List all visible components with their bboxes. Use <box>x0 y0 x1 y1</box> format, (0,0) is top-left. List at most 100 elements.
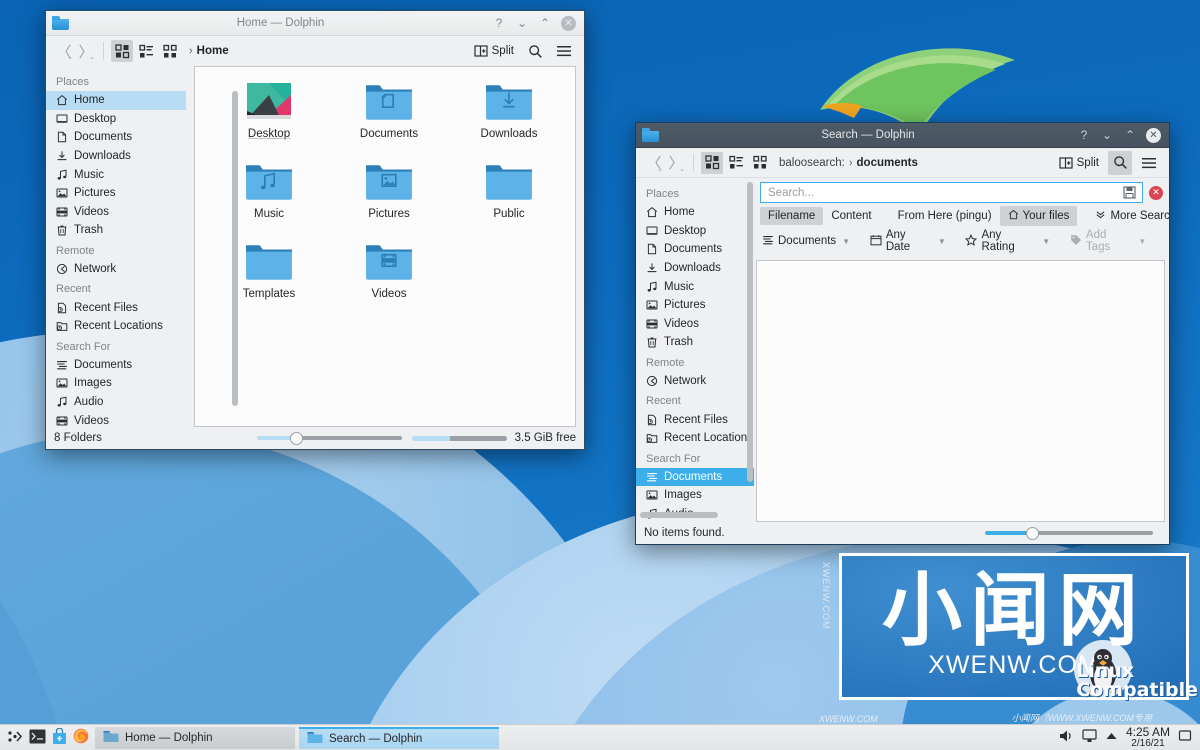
sidebar-item-downloads[interactable]: Downloads <box>636 259 754 278</box>
split-button[interactable]: Split <box>470 42 518 60</box>
sidebar-item-pictures[interactable]: Pictures <box>636 296 754 315</box>
details-view-icon[interactable] <box>159 40 181 62</box>
folder-item[interactable]: Downloads <box>449 81 569 161</box>
back-arrow-icon[interactable]: 〈 ⌄ <box>644 152 664 174</box>
sidebar-hscrollbar[interactable] <box>640 512 718 518</box>
filter-from-here-pingu[interactable]: From Here (pingu) <box>890 207 1000 225</box>
sidebar-item-home[interactable]: Home <box>46 91 186 110</box>
sidebar-item-trash[interactable]: Trash <box>636 333 754 352</box>
minimize-button[interactable]: ⌄ <box>515 16 529 30</box>
facet-add-tags[interactable]: Add Tags ▼ <box>1070 229 1146 253</box>
close-search-icon[interactable]: ✕ <box>1149 185 1163 200</box>
sidebar-item-recent-locations[interactable]: Recent Locations <box>636 429 754 448</box>
facet-documents[interactable]: Documents ▼ <box>762 234 850 249</box>
sidebar-item-music[interactable]: Music <box>636 277 754 296</box>
chevron-down-icon[interactable]: ▼ <box>842 237 850 246</box>
sidebar-item-recent-files[interactable]: Recent Files <box>636 410 754 429</box>
sidebar-item-recent-locations[interactable]: Recent Locations <box>46 317 186 336</box>
volume-icon[interactable] <box>1058 729 1074 746</box>
sidebar-item-documents[interactable]: Documents <box>636 240 754 259</box>
sidebar-item-pictures[interactable]: Pictures <box>46 184 186 203</box>
sidebar-item-audio[interactable]: Audio <box>46 393 186 412</box>
application-launcher-icon[interactable] <box>6 728 23 748</box>
chevron-down-icon[interactable]: ▼ <box>1042 237 1050 246</box>
help-button[interactable]: ? <box>1077 128 1091 142</box>
folder-item[interactable]: Templates <box>209 241 329 321</box>
close-button[interactable]: ✕ <box>561 15 576 31</box>
sidebar-item-home[interactable]: Home <box>636 203 754 222</box>
breadcrumb[interactable]: › Home <box>189 45 229 57</box>
sidebar-item-images[interactable]: Images <box>46 374 186 393</box>
sidebar-item-documents[interactable]: Documents <box>636 467 754 487</box>
filter-more-search[interactable]: More Search <box>1087 206 1169 226</box>
save-search-icon[interactable] <box>1121 184 1138 201</box>
display-icon[interactable] <box>1082 729 1097 746</box>
forward-arrow-icon[interactable]: 〉 ⌄ <box>76 40 96 62</box>
maximize-button[interactable]: ⌃ <box>1123 128 1137 142</box>
window-search-dolphin[interactable]: Search — Dolphin ? ⌄ ⌃ ✕ 〈 ⌄ 〉 ⌄ baloose… <box>635 122 1170 545</box>
sidebar-scrollbar[interactable] <box>747 182 753 482</box>
sidebar-item-network[interactable]: Network <box>636 372 754 391</box>
places-sidebar[interactable]: Places Home Desktop Documents Downloads Music… <box>46 66 186 427</box>
icons-view-icon[interactable] <box>701 151 723 174</box>
toolbar[interactable]: 〈 ⌄ 〉 ⌄ <box>636 148 1169 178</box>
software-store-icon[interactable] <box>52 727 67 747</box>
search-icon[interactable] <box>1108 150 1132 175</box>
sidebar-item-music[interactable]: Music <box>46 165 186 184</box>
places-sidebar[interactable]: Places Home Desktop Documents Downloads Music… <box>636 178 754 522</box>
taskbar[interactable]: Home — Dolphin Search — Dolphin 4:25 AM 2… <box>0 724 1200 750</box>
folder-item[interactable]: Documents <box>329 81 449 161</box>
forward-arrow-icon[interactable]: 〉 ⌄ <box>666 152 686 174</box>
facet-any-rating[interactable]: Any Rating ▼ <box>965 229 1050 253</box>
firefox-icon[interactable] <box>73 728 89 747</box>
hamburger-menu-icon[interactable] <box>1137 151 1161 175</box>
folder-item[interactable]: Public <box>449 161 569 241</box>
sidebar-item-images[interactable]: Images <box>636 486 754 505</box>
filter-content[interactable]: Content <box>823 207 879 225</box>
minimize-button[interactable]: ⌄ <box>1100 128 1114 142</box>
sidebar-item-downloads[interactable]: Downloads <box>46 147 186 166</box>
back-arrow-icon[interactable]: 〈 ⌄ <box>54 40 74 62</box>
breadcrumb-current[interactable]: Home <box>197 45 229 57</box>
filter-your-files[interactable]: Your files <box>999 206 1078 226</box>
hamburger-menu-icon[interactable] <box>552 39 576 63</box>
chevron-down-icon[interactable]: ▼ <box>1138 237 1146 246</box>
search-results-view[interactable] <box>756 260 1165 522</box>
system-tray[interactable]: 4:25 AM 2/16/21 <box>1058 726 1200 749</box>
taskbar-launchers[interactable] <box>0 727 95 748</box>
compact-view-icon[interactable] <box>135 40 157 62</box>
search-input[interactable]: Search... <box>760 182 1143 203</box>
details-view-icon[interactable] <box>749 152 771 174</box>
sidebar-scrollbar[interactable] <box>232 91 238 406</box>
sidebar-item-recent-files[interactable]: Recent Files <box>46 298 186 317</box>
folder-item[interactable]: Desktop <box>209 81 329 161</box>
sidebar-item-trash[interactable]: Trash <box>46 221 186 240</box>
filter-filename[interactable]: Filename <box>760 207 824 225</box>
close-button[interactable]: ✕ <box>1146 127 1161 143</box>
breadcrumb-current[interactable]: documents <box>857 157 918 169</box>
sidebar-item-videos[interactable]: Videos <box>46 203 186 222</box>
breadcrumb-prefix[interactable]: baloosearch: <box>779 157 845 169</box>
titlebar[interactable]: Search — Dolphin ? ⌄ ⌃ ✕ <box>636 123 1169 148</box>
search-facets[interactable]: Documents ▼ Any Date ▼ Any Rating ▼ Add Tags ▼ <box>754 226 1169 257</box>
compact-view-icon[interactable] <box>725 152 747 174</box>
toolbar[interactable]: 〈 ⌄ 〉 ⌄ <box>46 36 584 66</box>
sidebar-item-documents[interactable]: Documents <box>46 128 186 147</box>
chevron-down-icon[interactable]: ▼ <box>938 237 946 246</box>
folder-item[interactable]: Pictures <box>329 161 449 241</box>
split-button[interactable]: Split <box>1055 154 1103 172</box>
terminal-icon[interactable] <box>29 729 46 747</box>
sidebar-item-network[interactable]: Network <box>46 260 186 279</box>
show-desktop-button[interactable] <box>1178 729 1192 746</box>
zoom-slider[interactable] <box>985 526 1153 540</box>
taskbar-task-1[interactable]: Home — Dolphin <box>95 726 295 749</box>
show-hidden-icon[interactable] <box>1105 731 1118 744</box>
search-row[interactable]: Search... ✕ <box>754 178 1169 205</box>
folder-item[interactable]: Music <box>209 161 329 241</box>
facet-any-date[interactable]: Any Date ▼ <box>870 229 946 253</box>
sidebar-item-desktop[interactable]: Desktop <box>46 110 186 129</box>
breadcrumb[interactable]: baloosearch: › documents <box>779 157 918 169</box>
folder-item[interactable]: Videos <box>329 241 449 321</box>
window-home-dolphin[interactable]: Home — Dolphin ? ⌄ ⌃ ✕ 〈 ⌄ 〉 ⌄ › Home Sp… <box>45 10 585 450</box>
sidebar-item-videos[interactable]: Videos <box>46 411 186 427</box>
